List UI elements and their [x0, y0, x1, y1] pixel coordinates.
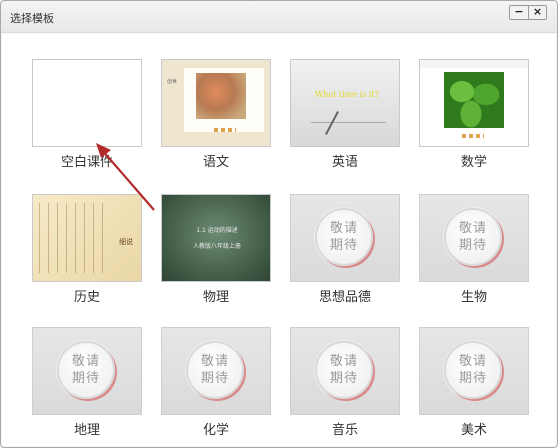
thumbnail-english: What time is it? [290, 59, 400, 147]
template-label: 音乐 [331, 423, 358, 438]
coming-soon-badge: 敬请 期待 [444, 208, 502, 266]
template-chemistry[interactable]: 敬请 期待 化学 [161, 327, 271, 438]
template-label: 历史 [73, 290, 100, 305]
template-label: 地理 [73, 423, 100, 438]
template-label: 化学 [202, 423, 229, 438]
thumbnail-coming-soon: 敬请 期待 [161, 327, 271, 415]
coming-soon-badge: 敬请 期待 [186, 341, 244, 399]
page-dots [214, 128, 236, 132]
pen-image [325, 111, 339, 135]
template-physics[interactable]: 1.1 运动的描述 人教版八年级上册 物理 [161, 194, 271, 305]
template-label: 生物 [460, 290, 487, 305]
thumbnail-tag: 创世 [167, 79, 178, 85]
template-label: 语文 [202, 155, 229, 170]
thumbnail-coming-soon: 敬请 期待 [419, 327, 529, 415]
coming-soon-badge: 敬请 期待 [57, 341, 115, 399]
flower-image [196, 73, 246, 119]
template-blank[interactable]: 空白课件 [32, 59, 142, 170]
template-label: 思想品德 [318, 290, 371, 305]
coming-soon-badge: 敬请 期待 [444, 341, 502, 399]
template-english[interactable]: What time is it? 英语 [290, 59, 400, 170]
thumbnail-coming-soon: 敬请 期待 [290, 194, 400, 282]
template-label: 数学 [460, 155, 487, 170]
template-music[interactable]: 敬请 期待 音乐 [290, 327, 400, 438]
thumbnail-blank [32, 59, 142, 147]
template-biology[interactable]: 敬请 期待 生物 [419, 194, 529, 305]
thumbnail-coming-soon: 敬请 期待 [32, 327, 142, 415]
template-label: 美术 [460, 423, 487, 438]
template-ethics[interactable]: 敬请 期待 思想品德 [290, 194, 400, 305]
thumbnail-chinese: 创世 [161, 59, 271, 147]
page-dots [462, 134, 484, 138]
template-math[interactable]: 数学 [419, 59, 529, 170]
template-picker-window: 选择模板 − × 空白课件 创世 语文 What time is it? 英语 … [0, 0, 558, 448]
thumbnail-math [419, 59, 529, 147]
thumbnail-header [420, 60, 528, 68]
thumbnail-subtitle: 人教版八年级上册 [192, 243, 241, 250]
thumbnail-text: What time is it? [315, 90, 379, 99]
title-bar: 选择模板 − × [1, 1, 557, 33]
thumbnail-coming-soon: 敬请 期待 [419, 194, 529, 282]
window-controls: − × [509, 5, 547, 20]
thumbnail-title: 1.1 运动的描述 [196, 227, 238, 234]
leaf-image [444, 72, 504, 128]
template-label: 英语 [331, 155, 358, 170]
window-title: 选择模板 [10, 12, 54, 25]
close-button[interactable]: × [528, 6, 546, 19]
coming-soon-badge: 敬请 期待 [315, 341, 373, 399]
minimize-button[interactable]: − [510, 6, 528, 19]
template-art[interactable]: 敬请 期待 美术 [419, 327, 529, 438]
template-grid: 空白课件 创世 语文 What time is it? 英语 数学 细说 历史 … [2, 34, 556, 446]
thumbnail-coming-soon: 敬请 期待 [290, 327, 400, 415]
thumbnail-signature: 细说 [119, 238, 133, 246]
thumbnail-page [184, 68, 264, 132]
annotation-arrow-icon [96, 143, 155, 211]
thumbnail-physics: 1.1 运动的描述 人教版八年级上册 [161, 194, 271, 282]
thumbnail-line [311, 122, 386, 123]
template-geography[interactable]: 敬请 期待 地理 [32, 327, 142, 438]
template-chinese[interactable]: 创世 语文 [161, 59, 271, 170]
template-label: 物理 [202, 290, 229, 305]
coming-soon-badge: 敬请 期待 [315, 208, 373, 266]
